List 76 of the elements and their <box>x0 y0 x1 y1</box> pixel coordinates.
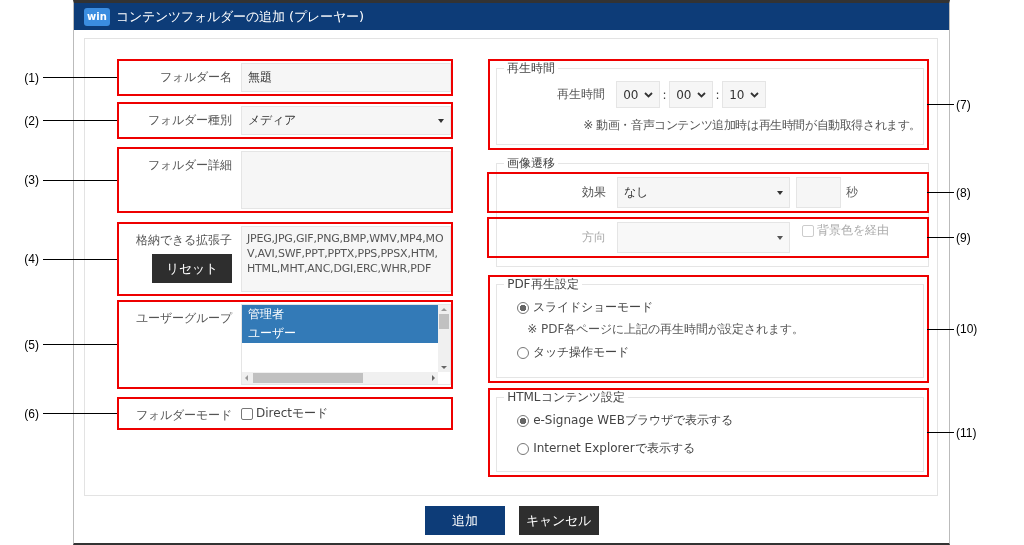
app-logo: win <box>84 7 110 26</box>
radio-button[interactable] <box>517 301 530 314</box>
callout-label: (8) <box>956 185 971 200</box>
callout-label: (3) <box>24 173 39 187</box>
list-item[interactable]: 管理者 <box>242 305 438 324</box>
vertical-scrollbar[interactable] <box>438 305 450 372</box>
field-label: 方向 <box>581 229 607 246</box>
radio-button[interactable] <box>517 346 530 359</box>
leader-line <box>927 104 954 105</box>
horizontal-scrollbar[interactable] <box>242 372 438 384</box>
right-arrow-icon <box>432 375 435 381</box>
callout-label: (7) <box>956 97 971 112</box>
cancel-button[interactable]: キャンセル <box>518 506 599 535</box>
option-label[interactable]: Internet Explorerで表示する <box>533 440 695 457</box>
option-label[interactable]: タッチ操作モード <box>533 344 630 361</box>
callout-label: (10) <box>956 322 978 336</box>
left-arrow-icon <box>245 375 248 381</box>
field-label: フォルダー種別 <box>148 112 232 129</box>
radio-button[interactable] <box>517 442 530 455</box>
checkbox[interactable] <box>241 407 253 420</box>
down-arrow-icon <box>441 366 447 369</box>
time-separator: : <box>714 87 721 102</box>
chevron-icon <box>750 91 760 98</box>
leader-line <box>927 432 954 433</box>
leader-line <box>927 328 954 330</box>
option-label[interactable]: Directモード <box>256 405 328 422</box>
group-title: PDF再生設定 <box>504 277 582 291</box>
seconds-field[interactable] <box>796 177 842 208</box>
group-title: HTMLコンテンツ設定 <box>504 390 628 404</box>
caret-icon <box>777 190 784 195</box>
list-box[interactable]: 管理者 ユーザー <box>241 304 451 385</box>
chevron-icon <box>697 91 707 98</box>
callout-label: (5) <box>24 337 39 352</box>
text-field[interactable]: 無題 <box>241 63 451 92</box>
time-separator: : <box>661 87 668 102</box>
reset-button[interactable]: リセット <box>152 254 232 283</box>
leader-line <box>927 192 954 193</box>
caret-icon <box>777 235 784 240</box>
callout-label: (6) <box>24 406 39 421</box>
unit-label: 秒 <box>846 184 859 201</box>
group-title: 画像遷移 <box>504 156 559 170</box>
dropdown[interactable]: なし <box>617 177 791 208</box>
callout-label: (9) <box>956 230 971 245</box>
callout-label: (1) <box>24 70 39 85</box>
leader-line <box>927 237 954 238</box>
field-label: ユーザーグループ <box>136 310 232 327</box>
callout-label: (11) <box>956 425 977 440</box>
text-area[interactable] <box>241 151 451 209</box>
callout-label: (4) <box>24 252 39 266</box>
field-label: フォルダー詳細 <box>148 157 232 174</box>
note-text: ※ PDF各ページに上記の再生時間が設定されます。 <box>527 321 806 338</box>
extensions-field[interactable]: JPEG,JPG,GIF,PNG,BMP,WMV,MP4,MOV,AVI,SWF,PPT,PPTX,PPS,PPSX,HTM,HTML,MHT,ANC,DGI,ERC,WHR,PDF <box>241 226 451 292</box>
list-item[interactable]: ユーザー <box>242 324 438 343</box>
field-label: フォルダーモード <box>136 407 232 424</box>
note-text: ※ 動画・音声コンテンツ追加時は再生時間が自動取得されます。 <box>583 117 922 134</box>
up-arrow-icon <box>441 308 447 311</box>
caret-icon <box>438 118 444 123</box>
group-title: 再生時間 <box>504 61 559 75</box>
field-label: 再生時間 <box>556 86 606 103</box>
callout-label: (2) <box>24 113 39 128</box>
radio-button[interactable] <box>517 414 530 427</box>
time-dropdown[interactable]: 00 <box>616 81 661 108</box>
field-label: フォルダー名 <box>160 69 232 86</box>
field-label: 格納できる拡張子 <box>136 232 232 249</box>
scroll-thumb[interactable] <box>253 373 363 383</box>
time-dropdown[interactable]: 00 <box>669 81 714 108</box>
dropdown[interactable]: メディア <box>241 106 451 135</box>
option-label[interactable]: スライドショーモード <box>533 299 654 316</box>
field-label: 効果 <box>581 184 607 201</box>
time-dropdown[interactable]: 10 <box>722 81 767 108</box>
scroll-thumb[interactable] <box>439 314 449 329</box>
window-title: コンテンツフォルダーの追加 (プレーヤー) <box>115 7 365 26</box>
option-label[interactable]: e-Signage WEBブラウザで表示する <box>533 412 733 429</box>
add-button[interactable]: 追加 <box>424 506 505 535</box>
chevron-icon <box>644 91 654 98</box>
option-label: 背景色を経由 <box>817 222 890 239</box>
